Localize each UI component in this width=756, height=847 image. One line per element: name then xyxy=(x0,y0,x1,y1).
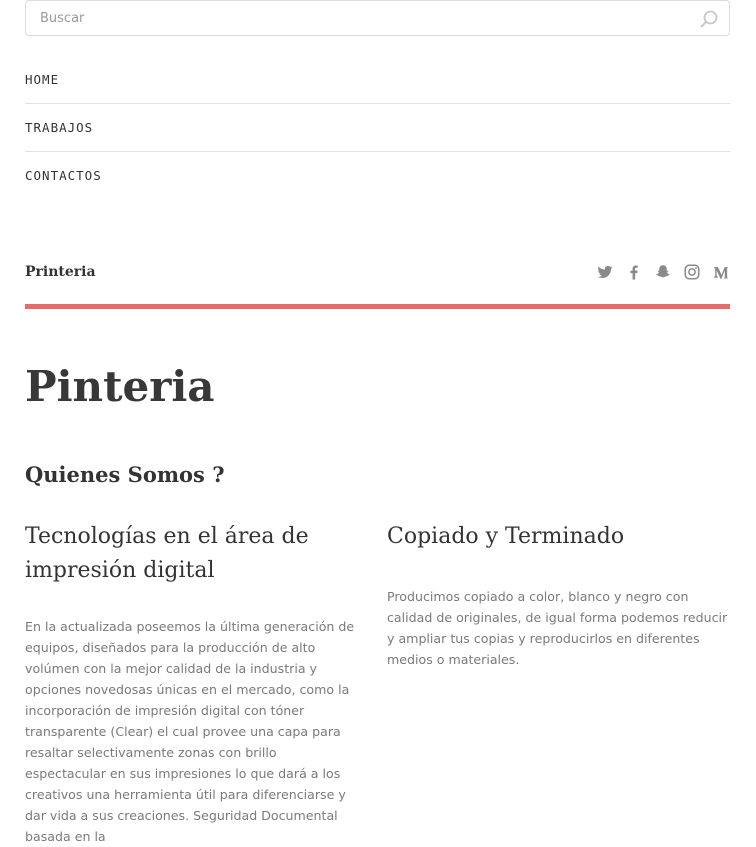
column-heading: Copiado y Terminado xyxy=(387,524,625,549)
nav-item-trabajos[interactable]: TRABAJOS xyxy=(25,104,730,152)
page-wrapper: HOME TRABAJOS CONTACTOS Printeria Pinter… xyxy=(25,0,730,844)
nav-item-contactos[interactable]: CONTACTOS xyxy=(25,152,730,200)
content-column-left: Tecnologías en el área de impresión digi… xyxy=(25,520,355,847)
snapchat-icon[interactable] xyxy=(654,263,672,281)
medium-icon[interactable] xyxy=(712,263,730,281)
twitter-icon[interactable] xyxy=(596,263,614,281)
instagram-icon[interactable] xyxy=(683,263,701,281)
nav-item-home[interactable]: HOME xyxy=(25,56,730,104)
section-title: Quienes Somos ? xyxy=(25,462,225,487)
column-body: En la actualizada poseemos la última gen… xyxy=(25,619,355,844)
search-box xyxy=(25,0,730,36)
page-title: Pinteria xyxy=(25,362,215,411)
column-body: Producimos copiado a color, blanco y neg… xyxy=(387,589,728,667)
social-links xyxy=(585,263,730,281)
content-column-right: Copiado y Terminado Producimos copiado a… xyxy=(387,520,730,670)
facebook-icon[interactable] xyxy=(625,263,643,281)
main-nav: HOME TRABAJOS CONTACTOS xyxy=(25,56,730,200)
search-input[interactable] xyxy=(26,1,680,35)
search-icon[interactable] xyxy=(699,9,719,29)
site-title-link[interactable]: Printeria xyxy=(25,264,96,280)
site-header-bar: Printeria xyxy=(25,256,730,309)
column-heading: Tecnologías en el área de impresión digi… xyxy=(25,524,309,583)
